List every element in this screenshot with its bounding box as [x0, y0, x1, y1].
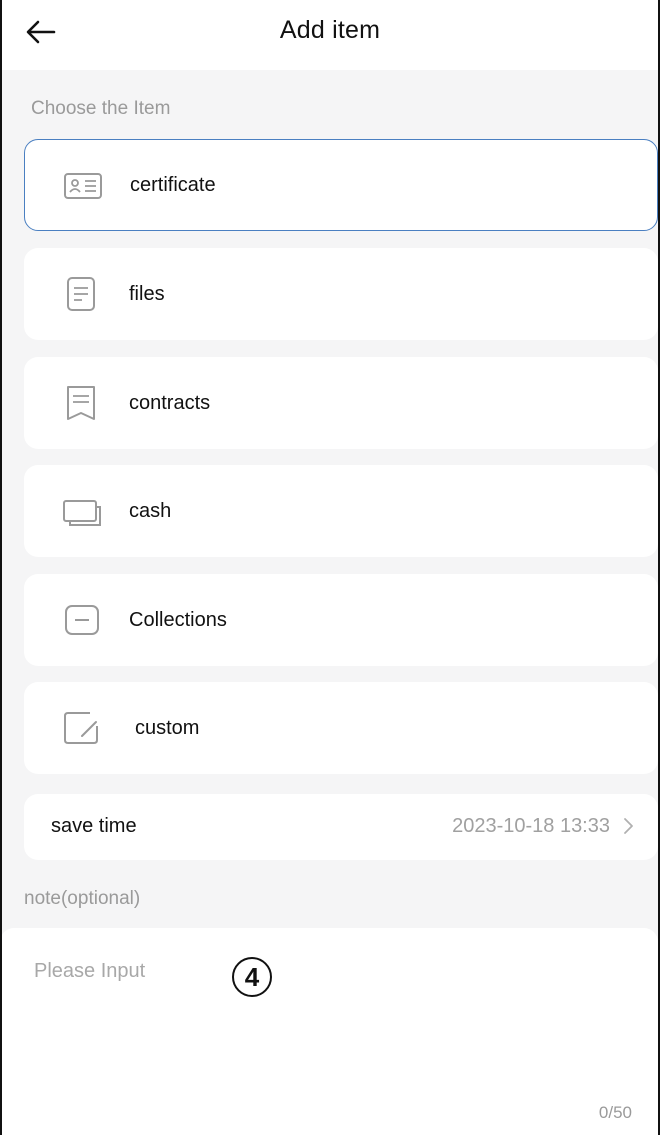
- item-files[interactable]: files: [24, 248, 658, 340]
- cash-icon: [63, 500, 101, 526]
- save-time-value: 2023-10-18 13:33: [452, 815, 610, 837]
- item-label: files: [129, 282, 165, 305]
- document-icon: [67, 277, 95, 311]
- note-input[interactable]: [32, 958, 596, 1102]
- step-marker-badge: 4: [232, 957, 272, 997]
- chevron-right-icon: [624, 818, 633, 834]
- item-certificate[interactable]: certificate: [24, 139, 658, 231]
- item-label: Collections: [129, 608, 227, 631]
- item-custom[interactable]: custom: [24, 682, 658, 774]
- choose-item-label: Choose the Item: [31, 98, 171, 119]
- collection-box-icon: [65, 605, 99, 635]
- save-time-label: save time: [51, 815, 137, 837]
- item-label: certificate: [130, 173, 216, 196]
- edit-icon: [64, 712, 98, 744]
- page-title: Add item: [279, 16, 381, 44]
- item-label: custom: [135, 716, 200, 739]
- save-time-row[interactable]: save time 2023-10-18 13:33: [24, 794, 658, 860]
- note-label: note(optional): [24, 888, 141, 909]
- item-contracts[interactable]: contracts: [24, 357, 658, 449]
- item-label: cash: [129, 499, 172, 522]
- contract-icon: [67, 386, 95, 420]
- item-label: contracts: [129, 391, 211, 414]
- id-card-icon: [64, 173, 102, 199]
- app-header: Add item: [0, 0, 660, 70]
- note-box: 0/50: [0, 928, 658, 1135]
- item-cash[interactable]: cash: [24, 465, 658, 557]
- note-char-counter: 0/50: [598, 1103, 632, 1122]
- item-collections[interactable]: Collections: [24, 574, 658, 666]
